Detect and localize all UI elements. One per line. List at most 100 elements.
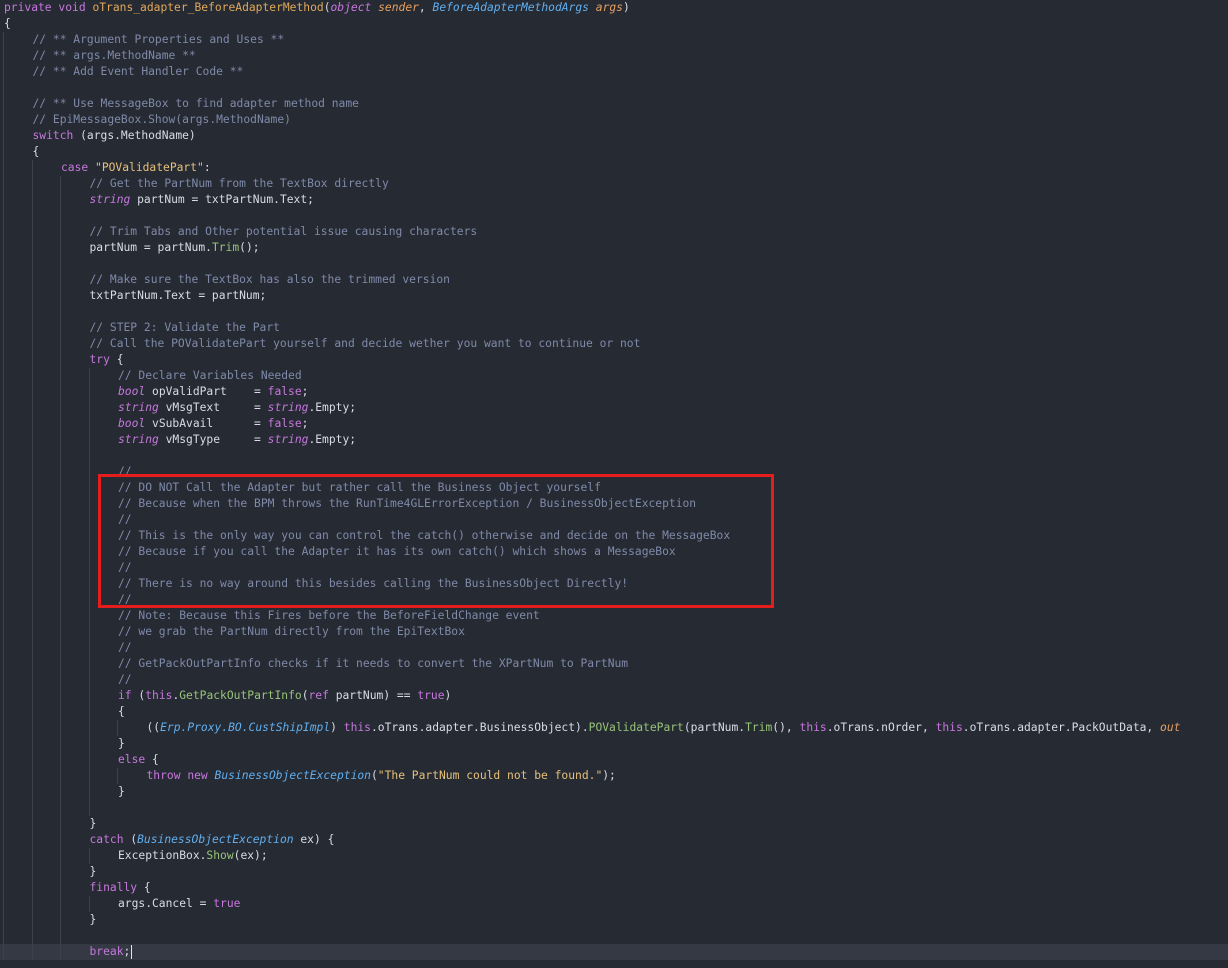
code-line[interactable]: private void oTrans_adapter_BeforeAdapte… [0, 0, 1228, 16]
code-line[interactable]: else { [0, 752, 1228, 768]
code-token: (); [239, 241, 260, 254]
code-line[interactable]: // [0, 464, 1228, 480]
code-line[interactable] [0, 928, 1228, 944]
code-line[interactable]: // Because if you call the Adapter it ha… [0, 544, 1228, 560]
code-line[interactable]: string vMsgText = string.Empty; [0, 400, 1228, 416]
code-line[interactable]: // This is the only way you can control … [0, 528, 1228, 544]
code-line[interactable]: } [0, 816, 1228, 832]
code-line[interactable]: // ** args.MethodName ** [0, 48, 1228, 64]
code-line[interactable]: // DO NOT Call the Adapter but rather ca… [0, 480, 1228, 496]
indent-guide [3, 192, 4, 208]
code-line[interactable]: bool vSubAvail = false; [0, 416, 1228, 432]
code-line[interactable]: // Make sure the TextBox has also the tr… [0, 272, 1228, 288]
code-line[interactable]: // Get the PartNum from the TextBox dire… [0, 176, 1228, 192]
code-token: out [1160, 721, 1181, 734]
code-line[interactable]: string partNum = txtPartNum.Text; [0, 192, 1228, 208]
code-line[interactable]: // GetPackOutPartInfo checks if it needs… [0, 656, 1228, 672]
code-line[interactable]: // [0, 640, 1228, 656]
code-line[interactable]: // ** Add Event Handler Code ** [0, 64, 1228, 80]
code-line[interactable]: // [0, 512, 1228, 528]
code-line[interactable]: // [0, 672, 1228, 688]
indent-guide [3, 432, 4, 448]
indent-guide [60, 544, 61, 560]
indent-guide [31, 240, 33, 256]
code-line[interactable]: // ** Argument Properties and Uses ** [0, 32, 1228, 48]
code-line[interactable]: // [0, 592, 1228, 608]
code-line[interactable]: // Because when the BPM throws the RunTi… [0, 496, 1228, 512]
indent-guide [60, 256, 61, 272]
code-line[interactable]: args.Cancel = true [0, 896, 1228, 912]
code-line[interactable]: // EpiMessageBox.Show(args.MethodName) [0, 112, 1228, 128]
code-editor[interactable]: private void oTrans_adapter_BeforeAdapte… [0, 0, 1228, 968]
code-line[interactable]: // Note: Because this Fires before the B… [0, 608, 1228, 624]
indent-guide [31, 320, 33, 336]
code-line[interactable]: break; [0, 944, 1228, 960]
code-line[interactable]: throw new BusinessObjectException("The P… [0, 768, 1228, 784]
code-line[interactable]: string vMsgType = string.Empty; [0, 432, 1228, 448]
code-line[interactable]: partNum = partNum.Trim(); [0, 240, 1228, 256]
code-line[interactable]: // STEP 2: Validate the Part [0, 320, 1228, 336]
code-line[interactable] [0, 448, 1228, 464]
code-token: // Note: Because this Fires before the B… [118, 609, 540, 622]
indent-guide [31, 656, 33, 672]
code-token: string [267, 433, 309, 446]
code-line[interactable]: finally { [0, 880, 1228, 896]
code-line[interactable]: } [0, 912, 1228, 928]
code-token: true [417, 689, 445, 702]
code-line[interactable]: // ** Use MessageBox to find adapter met… [0, 96, 1228, 112]
code-line[interactable] [0, 256, 1228, 272]
code-line[interactable] [0, 208, 1228, 224]
code-lines[interactable]: private void oTrans_adapter_BeforeAdapte… [0, 0, 1228, 960]
indent-guide [3, 32, 4, 48]
code-token: (args.MethodName) [73, 129, 196, 142]
indent-guide [60, 512, 61, 528]
indent-guide [31, 432, 33, 448]
code-line[interactable]: // Call the POValidatePart yourself and … [0, 336, 1228, 352]
indent-guide [117, 720, 118, 736]
code-line[interactable]: ExceptionBox.Show(ex); [0, 848, 1228, 864]
indent-guide [3, 272, 4, 288]
indent-guide [88, 656, 90, 672]
text-cursor [131, 945, 133, 959]
code-line[interactable]: } [0, 784, 1228, 800]
indent-guide [60, 208, 61, 224]
code-token: } [118, 737, 125, 750]
code-line[interactable]: switch (args.MethodName) [0, 128, 1228, 144]
code-line[interactable]: } [0, 736, 1228, 752]
code-token: void [58, 1, 93, 14]
code-token: else [118, 753, 146, 766]
code-line[interactable]: if (this.GetPackOutPartInfo(ref partNum)… [0, 688, 1228, 704]
code-token: opValidPart = [145, 385, 268, 398]
indent-guide [60, 304, 61, 320]
code-line[interactable] [0, 304, 1228, 320]
code-line[interactable]: case "POValidatePart": [0, 160, 1228, 176]
code-token: BeforeAdapterMethodArgs [432, 1, 596, 14]
code-line[interactable]: } [0, 864, 1228, 880]
code-token: // [118, 561, 132, 574]
code-line[interactable] [0, 80, 1228, 96]
indent-guide [60, 832, 61, 848]
indent-guide [31, 768, 33, 784]
code-line[interactable]: // Trim Tabs and Other potential issue c… [0, 224, 1228, 240]
code-token: ( [131, 689, 146, 702]
code-line[interactable]: try { [0, 352, 1228, 368]
code-line[interactable]: bool opValidPart = false; [0, 384, 1228, 400]
code-token: ) [444, 689, 452, 702]
code-line[interactable]: // [0, 560, 1228, 576]
code-line[interactable]: // we grab the PartNum directly from the… [0, 624, 1228, 640]
indent-guide [3, 848, 4, 864]
code-line[interactable]: ((Erp.Proxy.BO.CustShipImpl) this.oTrans… [0, 720, 1228, 736]
indent-guide [88, 400, 90, 416]
code-line[interactable]: txtPartNum.Text = partNum; [0, 288, 1228, 304]
code-line[interactable]: { [0, 16, 1228, 32]
code-line[interactable]: // Declare Variables Needed [0, 368, 1228, 384]
code-line[interactable] [0, 800, 1228, 816]
code-token: this [145, 689, 173, 702]
code-line[interactable]: catch (BusinessObjectException ex) { [0, 832, 1228, 848]
code-line[interactable]: // There is no way around this besides c… [0, 576, 1228, 592]
code-line[interactable]: { [0, 704, 1228, 720]
indent-guide [60, 176, 61, 192]
indent-guide [3, 416, 4, 432]
code-line[interactable]: { [0, 144, 1228, 160]
